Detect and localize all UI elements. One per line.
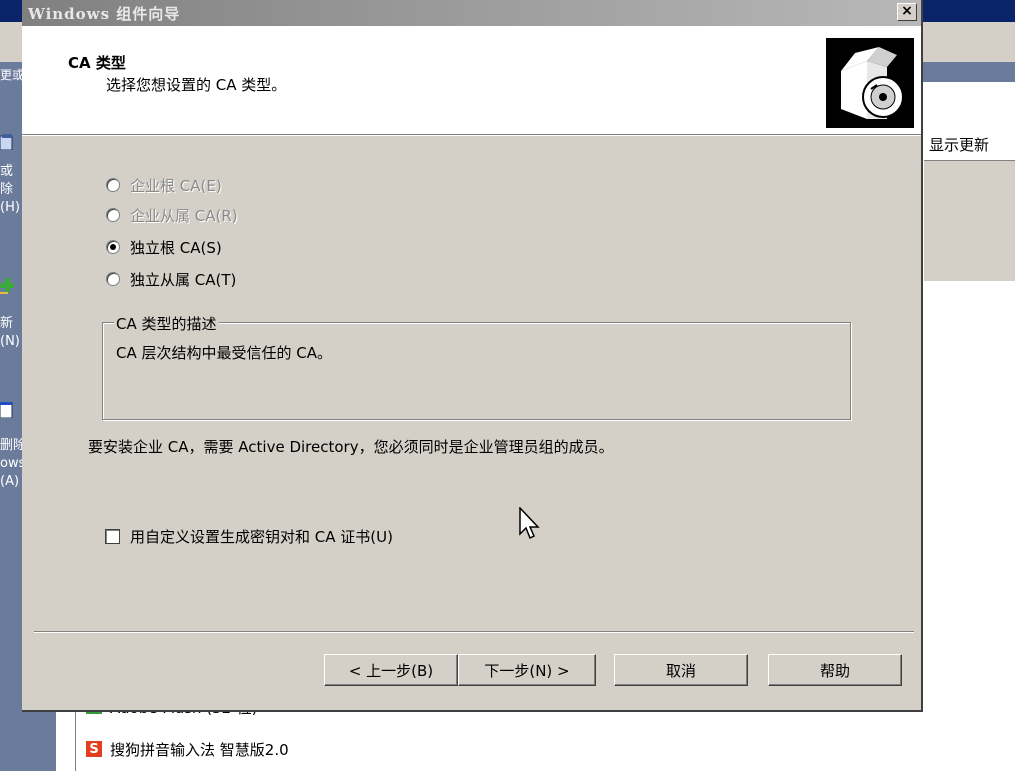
radio-button-selected[interactable] xyxy=(106,240,120,254)
radio-label: 独立从属 CA(T) xyxy=(130,270,237,289)
header-divider xyxy=(22,135,921,136)
change-remove-programs-icon[interactable] xyxy=(0,134,14,150)
dialog-title: Windows 组件向导 xyxy=(28,5,181,23)
mouse-cursor-icon xyxy=(519,507,540,540)
close-button[interactable]: × xyxy=(897,3,917,21)
group-legend: CA 类型的描述 xyxy=(114,313,219,334)
help-button[interactable]: 帮助 xyxy=(768,654,902,686)
list-item[interactable]: S 搜狗拼音输入法 智慧版2.0 xyxy=(86,738,289,760)
sogou-icon: S xyxy=(86,741,102,757)
radio-button[interactable] xyxy=(106,208,120,222)
back-button[interactable]: < 上一步(B) xyxy=(324,654,458,686)
page-title: CA 类型 xyxy=(68,54,126,72)
ca-type-description: CA 层次结构中最受信任的 CA。 xyxy=(116,344,333,362)
enterprise-ca-note: 要安装企业 CA，需要 Active Directory，您必须同时是企业管理员… xyxy=(88,438,614,456)
radio-label: 企业根 CA(E) xyxy=(130,176,222,195)
next-button[interactable]: 下一步(N) > xyxy=(458,654,596,686)
windows-components-wizard-dialog: Windows 组件向导 × CA 类型 选择您想设置的 CA 类型。 企业根 … xyxy=(22,0,923,712)
add-new-programs-icon[interactable] xyxy=(0,278,14,294)
cancel-button[interactable]: 取消 xyxy=(614,654,748,686)
display-updates-label[interactable]: 显示更新 xyxy=(929,134,989,155)
list-item-label: 搜狗拼音输入法 智慧版2.0 xyxy=(110,740,289,759)
custom-settings-label: 用自定义设置生成密钥对和 CA 证书(U) xyxy=(130,527,393,546)
custom-settings-checkbox[interactable] xyxy=(105,528,120,544)
custom-settings-option[interactable]: 用自定义设置生成密钥对和 CA 证书(U) xyxy=(105,526,393,546)
radio-label: 独立根 CA(S) xyxy=(130,238,222,257)
setup-box-cd-icon xyxy=(826,38,914,128)
radio-enterprise-subordinate[interactable]: 企业从属 CA(R) xyxy=(106,204,238,226)
page-subtitle: 选择您想设置的 CA 类型。 xyxy=(106,76,287,94)
windows-components-icon[interactable] xyxy=(0,402,14,418)
wizard-header: CA 类型 选择您想设置的 CA 类型。 xyxy=(22,26,921,135)
button-separator xyxy=(34,631,914,632)
radio-button[interactable] xyxy=(106,272,120,286)
program-list[interactable]: Adobe Flash (32-位) S 搜狗拼音输入法 智慧版2.0 xyxy=(75,699,1015,771)
radio-standalone-root[interactable]: 独立根 CA(S) xyxy=(106,236,222,258)
radio-standalone-subordinate[interactable]: 独立从属 CA(T) xyxy=(106,268,236,290)
background-panel xyxy=(924,160,1015,281)
dialog-titlebar[interactable]: Windows 组件向导 × xyxy=(22,0,921,26)
radio-button[interactable] xyxy=(106,178,120,192)
radio-enterprise-root[interactable]: 企业根 CA(E) xyxy=(106,174,222,196)
ca-type-description-group xyxy=(102,322,851,420)
radio-label: 企业从属 CA(R) xyxy=(130,206,238,225)
